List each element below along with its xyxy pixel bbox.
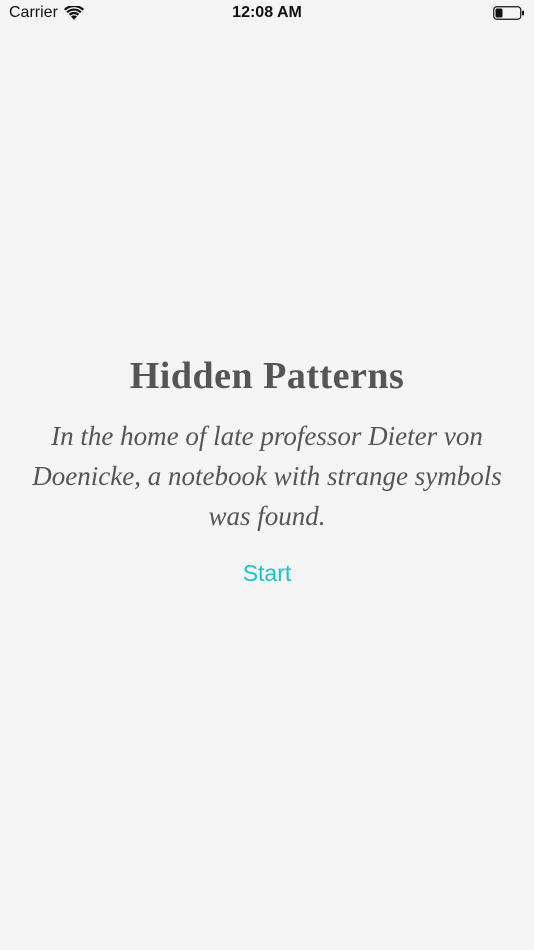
battery-icon xyxy=(493,6,524,20)
status-time: 12:08 AM xyxy=(232,4,302,21)
intro-content: Hidden Patterns In the home of late prof… xyxy=(0,352,534,591)
intro-text: In the home of late professor Dieter von… xyxy=(32,421,502,531)
page-title: Hidden Patterns xyxy=(129,355,405,397)
start-button[interactable]: Start xyxy=(233,556,302,591)
status-bar: Carrier 12:08 AM xyxy=(0,0,534,28)
